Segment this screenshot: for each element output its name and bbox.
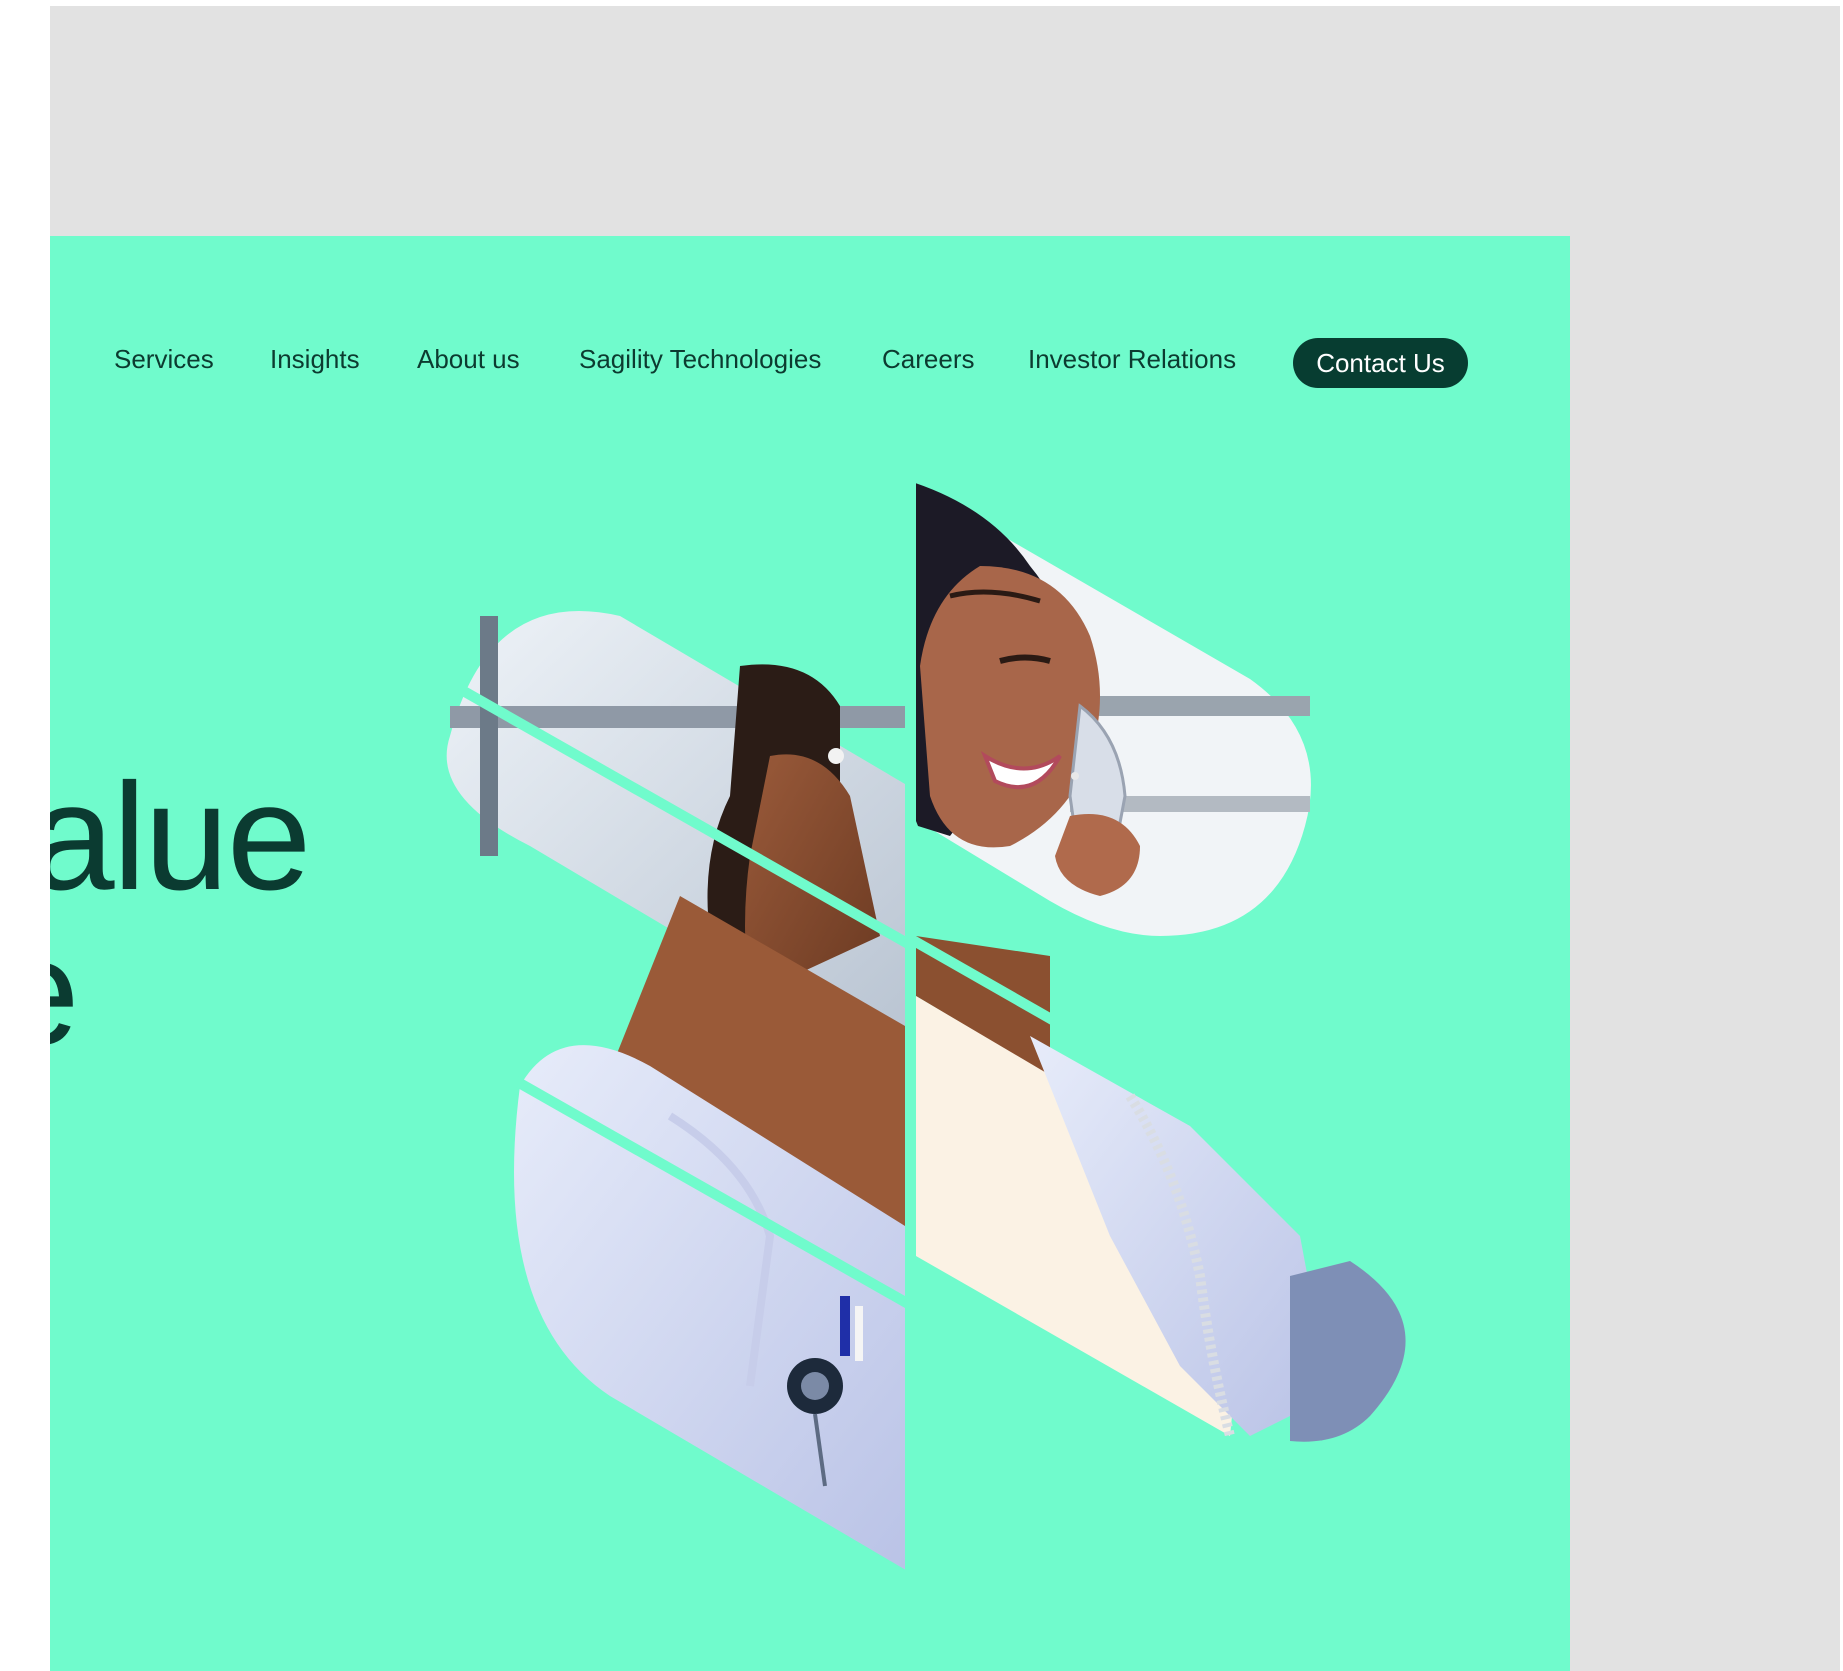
hero-section: Services Insights About us Sagility Tech…	[50, 236, 1570, 1671]
graphic-divider	[905, 476, 916, 1586]
sagility-logo-photo-graphic	[430, 476, 1406, 1586]
photo-segment-upper-right	[906, 480, 1311, 936]
